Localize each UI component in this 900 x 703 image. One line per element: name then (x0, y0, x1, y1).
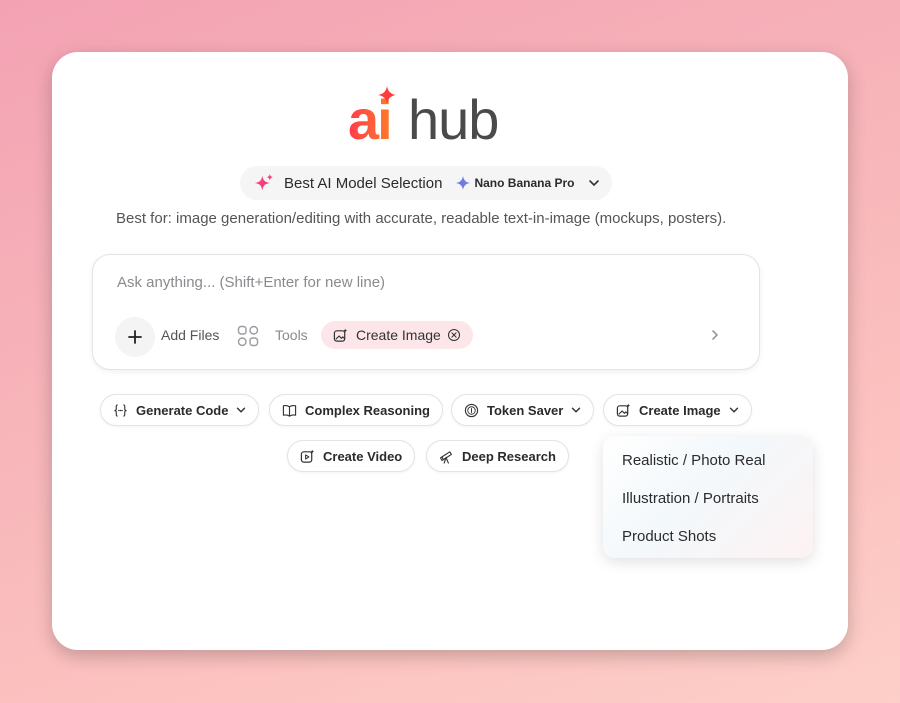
chevron-down-icon (572, 407, 581, 413)
main-card: ai hub Best AI Model Selection Nano Bana… (52, 52, 848, 650)
code-braces-icon (114, 403, 127, 417)
active-tool-label: Create Image (356, 327, 441, 343)
image-sparkle-icon (333, 327, 348, 342)
gemini-icon (456, 176, 471, 190)
remove-tool-icon[interactable] (447, 328, 461, 342)
menu-item-product-shots[interactable]: Product Shots (622, 528, 716, 545)
chevron-down-icon (237, 407, 246, 413)
tools-label[interactable]: Tools (275, 327, 308, 343)
sparkle-icon (254, 173, 274, 191)
deep-research-label: Deep Research (462, 448, 556, 464)
chevron-down-icon (729, 407, 738, 413)
token-saver-button[interactable]: Token Saver (451, 394, 595, 426)
best-for-description: Best for: image generation/editing with … (116, 210, 727, 227)
token-saver-label: Token Saver (487, 402, 564, 418)
chevron-down-icon[interactable] (588, 177, 600, 189)
generate-code-label: Generate Code (136, 402, 229, 418)
menu-item-photo-real[interactable]: Realistic / Photo Real (622, 452, 765, 469)
ai-hub-logo: ai hub (348, 86, 508, 156)
model-selection-label: Best AI Model Selection (284, 174, 443, 192)
current-model: Nano Banana Pro (456, 176, 574, 190)
active-tool-chip[interactable]: Create Image (321, 321, 473, 349)
add-files-button[interactable] (115, 317, 155, 357)
create-image-label: Create Image (639, 402, 721, 418)
logo-spark-icon (378, 86, 396, 104)
generate-code-button[interactable]: Generate Code (100, 394, 260, 426)
create-image-button[interactable]: Create Image (603, 394, 752, 426)
tools-grid-icon[interactable] (237, 325, 259, 347)
logo-hub-text: hub (408, 88, 499, 151)
prompt-box: Add Files Tools Create Image (92, 254, 760, 370)
video-icon (300, 448, 315, 463)
menu-item-illustration[interactable]: Illustration / Portraits (622, 490, 759, 507)
add-files-label[interactable]: Add Files (161, 327, 219, 343)
complex-reasoning-label: Complex Reasoning (305, 402, 430, 418)
book-icon (282, 404, 297, 417)
image-sparkle-icon (616, 402, 631, 417)
current-model-name: Nano Banana Pro (474, 176, 575, 190)
create-image-menu: Realistic / Photo Real Illustration / Po… (603, 436, 813, 558)
chevron-right-icon[interactable] (709, 329, 721, 341)
complex-reasoning-button[interactable]: Complex Reasoning (269, 394, 443, 426)
deep-research-button[interactable]: Deep Research (426, 440, 569, 472)
prompt-input[interactable] (115, 273, 679, 292)
create-video-label: Create Video (323, 448, 403, 464)
telescope-icon (439, 450, 452, 464)
plus-icon (128, 330, 142, 344)
coin-icon (464, 403, 479, 417)
model-selector[interactable]: Best AI Model Selection Nano Banana Pro (240, 166, 612, 200)
create-video-button[interactable]: Create Video (287, 440, 416, 472)
